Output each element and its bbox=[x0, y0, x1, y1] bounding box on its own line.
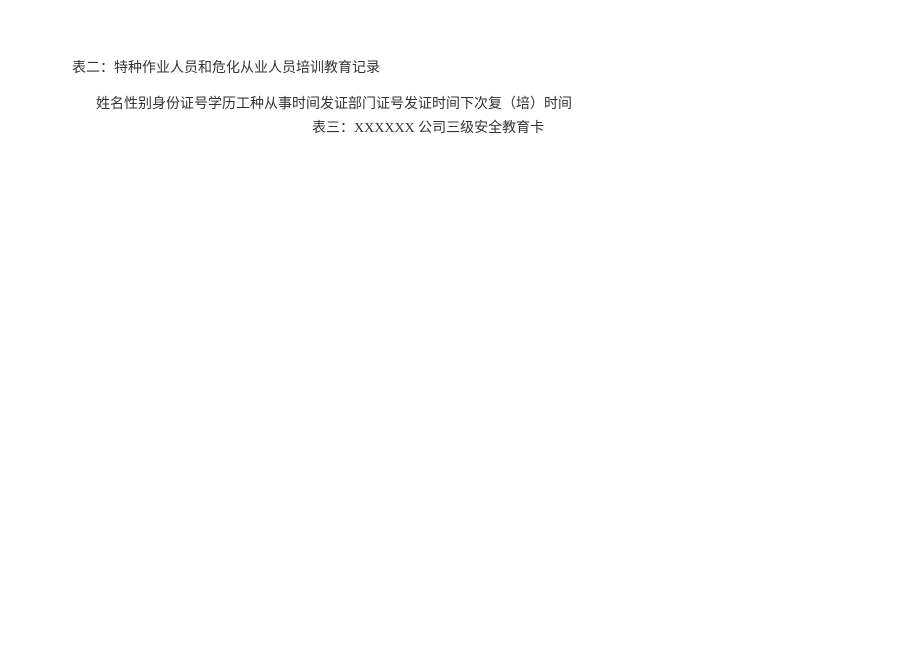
table-three-title: 表三：XXXXXX 公司三级安全教育卡 bbox=[72, 117, 920, 137]
table-two-title: 表二：特种作业人员和危化从业人员培训教育记录 bbox=[72, 57, 920, 77]
table-two-headers: 姓名性别身份证号学历工种从事时间发证部门证号发证时间下次复（培）时间 bbox=[72, 93, 920, 113]
